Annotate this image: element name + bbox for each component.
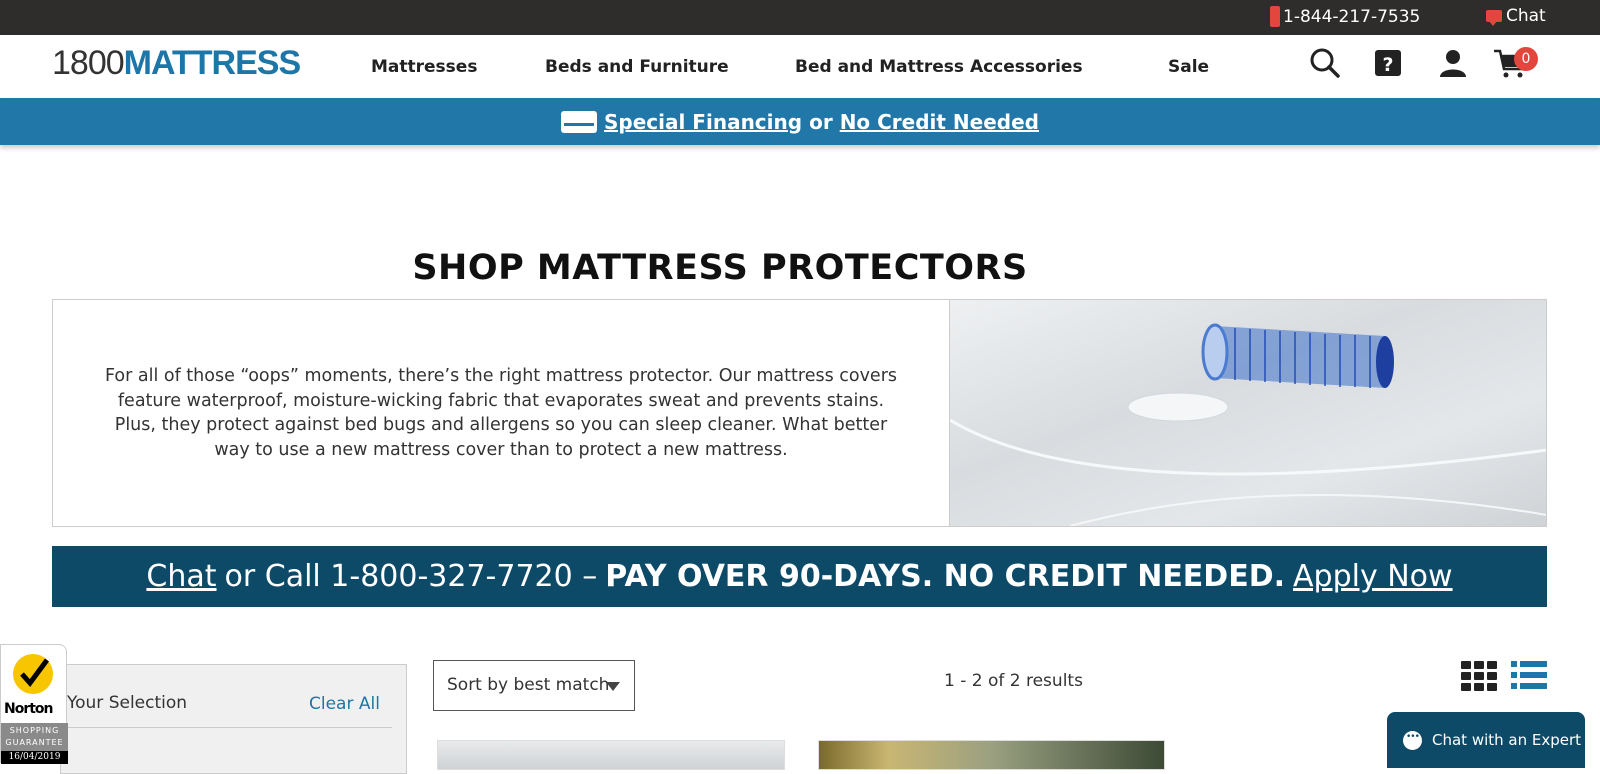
chevron-down-icon xyxy=(606,682,620,691)
chat-expert-button[interactable]: Chat with an Expert xyxy=(1387,712,1585,768)
chat-expert-label: Chat with an Expert xyxy=(1432,731,1582,749)
apply-now-link[interactable]: Apply Now xyxy=(1293,559,1453,594)
list-view-icon[interactable] xyxy=(1510,660,1548,691)
cart-count-badge: 0 xyxy=(1514,47,1538,71)
credit-chat-link[interactable]: Chat xyxy=(146,559,216,594)
phone-icon xyxy=(1270,6,1280,27)
chat-bubble-icon xyxy=(1403,730,1422,750)
logo-word: MATTRESS xyxy=(123,44,301,82)
credit-offer-text: PAY OVER 90-DAYS. NO CREDIT NEEDED. xyxy=(605,559,1285,594)
chat-label[interactable]: Chat xyxy=(1506,6,1546,26)
no-credit-link[interactable]: No Credit Needed xyxy=(840,110,1039,134)
chat-icon xyxy=(1486,10,1502,26)
sort-value: Sort by best match xyxy=(447,675,610,695)
spilled-glass-illustration xyxy=(950,323,1546,526)
product-card-image[interactable] xyxy=(437,740,785,770)
account-icon[interactable] xyxy=(1437,47,1469,79)
selection-panel: Your Selection Clear All xyxy=(60,664,407,774)
svg-text:?: ? xyxy=(1382,54,1393,76)
credit-offer-bar: Chat or Call 1-800-327-7720 – PAY OVER 9… xyxy=(52,546,1547,607)
financing-or-text: or xyxy=(809,109,833,134)
norton-guarantee: SHOPPING GUARANTEE xyxy=(1,723,68,751)
financing-banner: Special Financing or No Credit Needed xyxy=(0,98,1600,145)
norton-date: 16/04/2019 xyxy=(1,751,68,764)
top-bar: 1-844-217-7535 Chat xyxy=(0,0,1600,35)
special-financing-link[interactable]: Special Financing xyxy=(604,110,802,134)
sort-select[interactable]: Sort by best match xyxy=(433,660,635,711)
category-intro: For all of those “oops” moments, there’s… xyxy=(104,366,898,460)
hero-image xyxy=(949,300,1546,526)
category-hero: For all of those “oops” moments, there’s… xyxy=(52,299,1547,527)
help-icon[interactable]: ? xyxy=(1372,47,1404,79)
clear-all-link[interactable]: Clear All xyxy=(309,694,380,714)
credit-call-text: or Call 1-800-327-7720 – xyxy=(224,559,598,594)
nav-mattresses[interactable]: Mattresses xyxy=(371,57,477,77)
results-count: 1 - 2 of 2 results xyxy=(944,671,1083,691)
selection-label: Your Selection xyxy=(67,693,188,713)
logo-number: 1800 xyxy=(52,44,125,82)
norton-brand: Norton xyxy=(4,701,54,717)
chat-link[interactable]: Chat xyxy=(1486,6,1546,26)
grid-view-icon[interactable] xyxy=(1460,660,1498,691)
main-header: 1800MATTRESS Mattresses Beds and Furnitu… xyxy=(0,35,1600,98)
norton-seal[interactable]: Norton SHOPPING GUARANTEE 16/04/2019 xyxy=(0,644,68,764)
credit-card-icon xyxy=(561,110,597,133)
site-logo[interactable]: 1800MATTRESS xyxy=(52,44,301,83)
search-icon[interactable] xyxy=(1309,47,1341,79)
nav-accessories[interactable]: Bed and Mattress Accessories xyxy=(795,57,1083,77)
norton-check-icon xyxy=(13,654,53,694)
nav-beds-furniture[interactable]: Beds and Furniture xyxy=(545,57,729,77)
phone-number[interactable]: 1-844-217-7535 xyxy=(1283,7,1420,27)
nav-sale[interactable]: Sale xyxy=(1168,57,1209,77)
phone-link[interactable]: 1-844-217-7535 xyxy=(1270,6,1420,27)
product-card-image[interactable] xyxy=(818,740,1165,770)
selection-divider xyxy=(67,727,392,728)
page-title: SHOP MATTRESS PROTECTORS xyxy=(412,248,1028,288)
